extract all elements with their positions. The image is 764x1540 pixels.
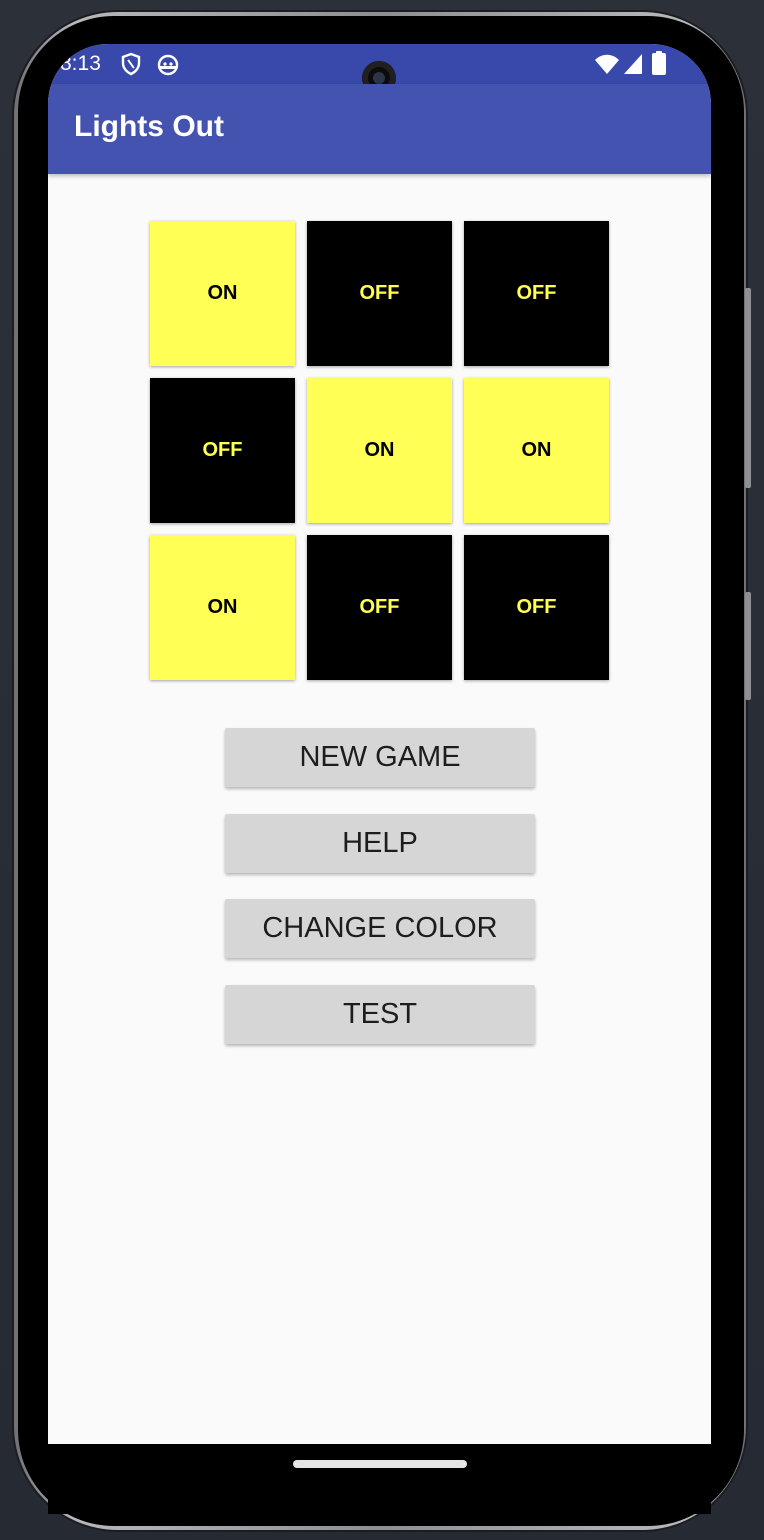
android-robot-icon: [156, 52, 180, 81]
shield-icon: [120, 52, 142, 81]
app-bar: Lights Out: [48, 84, 711, 174]
new-game-button[interactable]: NEW GAME: [225, 728, 535, 787]
light-cell[interactable]: ON: [307, 378, 452, 523]
volume-button: [745, 288, 751, 488]
home-gesture-handle[interactable]: [293, 1460, 467, 1468]
status-time: 8:13: [60, 52, 101, 75]
light-cell[interactable]: ON: [464, 378, 609, 523]
light-cell[interactable]: OFF: [464, 221, 609, 366]
phone-screen: 8:13 Lights Out ON OFF OFF OFF ON ON ON …: [48, 44, 711, 1444]
light-cell[interactable]: ON: [150, 535, 295, 680]
battery-icon: [652, 51, 666, 80]
light-cell[interactable]: OFF: [307, 535, 452, 680]
change-color-button[interactable]: CHANGE COLOR: [225, 899, 535, 958]
app-title: Lights Out: [74, 110, 224, 143]
light-cell[interactable]: OFF: [464, 535, 609, 680]
test-button[interactable]: TEST: [225, 985, 535, 1044]
wifi-icon: [594, 53, 620, 80]
navigation-bar: [48, 1444, 711, 1514]
cellular-signal-icon: [623, 53, 643, 80]
light-cell[interactable]: OFF: [150, 378, 295, 523]
light-cell[interactable]: OFF: [307, 221, 452, 366]
help-button[interactable]: HELP: [225, 814, 535, 873]
power-button: [745, 592, 751, 700]
light-cell[interactable]: ON: [150, 221, 295, 366]
